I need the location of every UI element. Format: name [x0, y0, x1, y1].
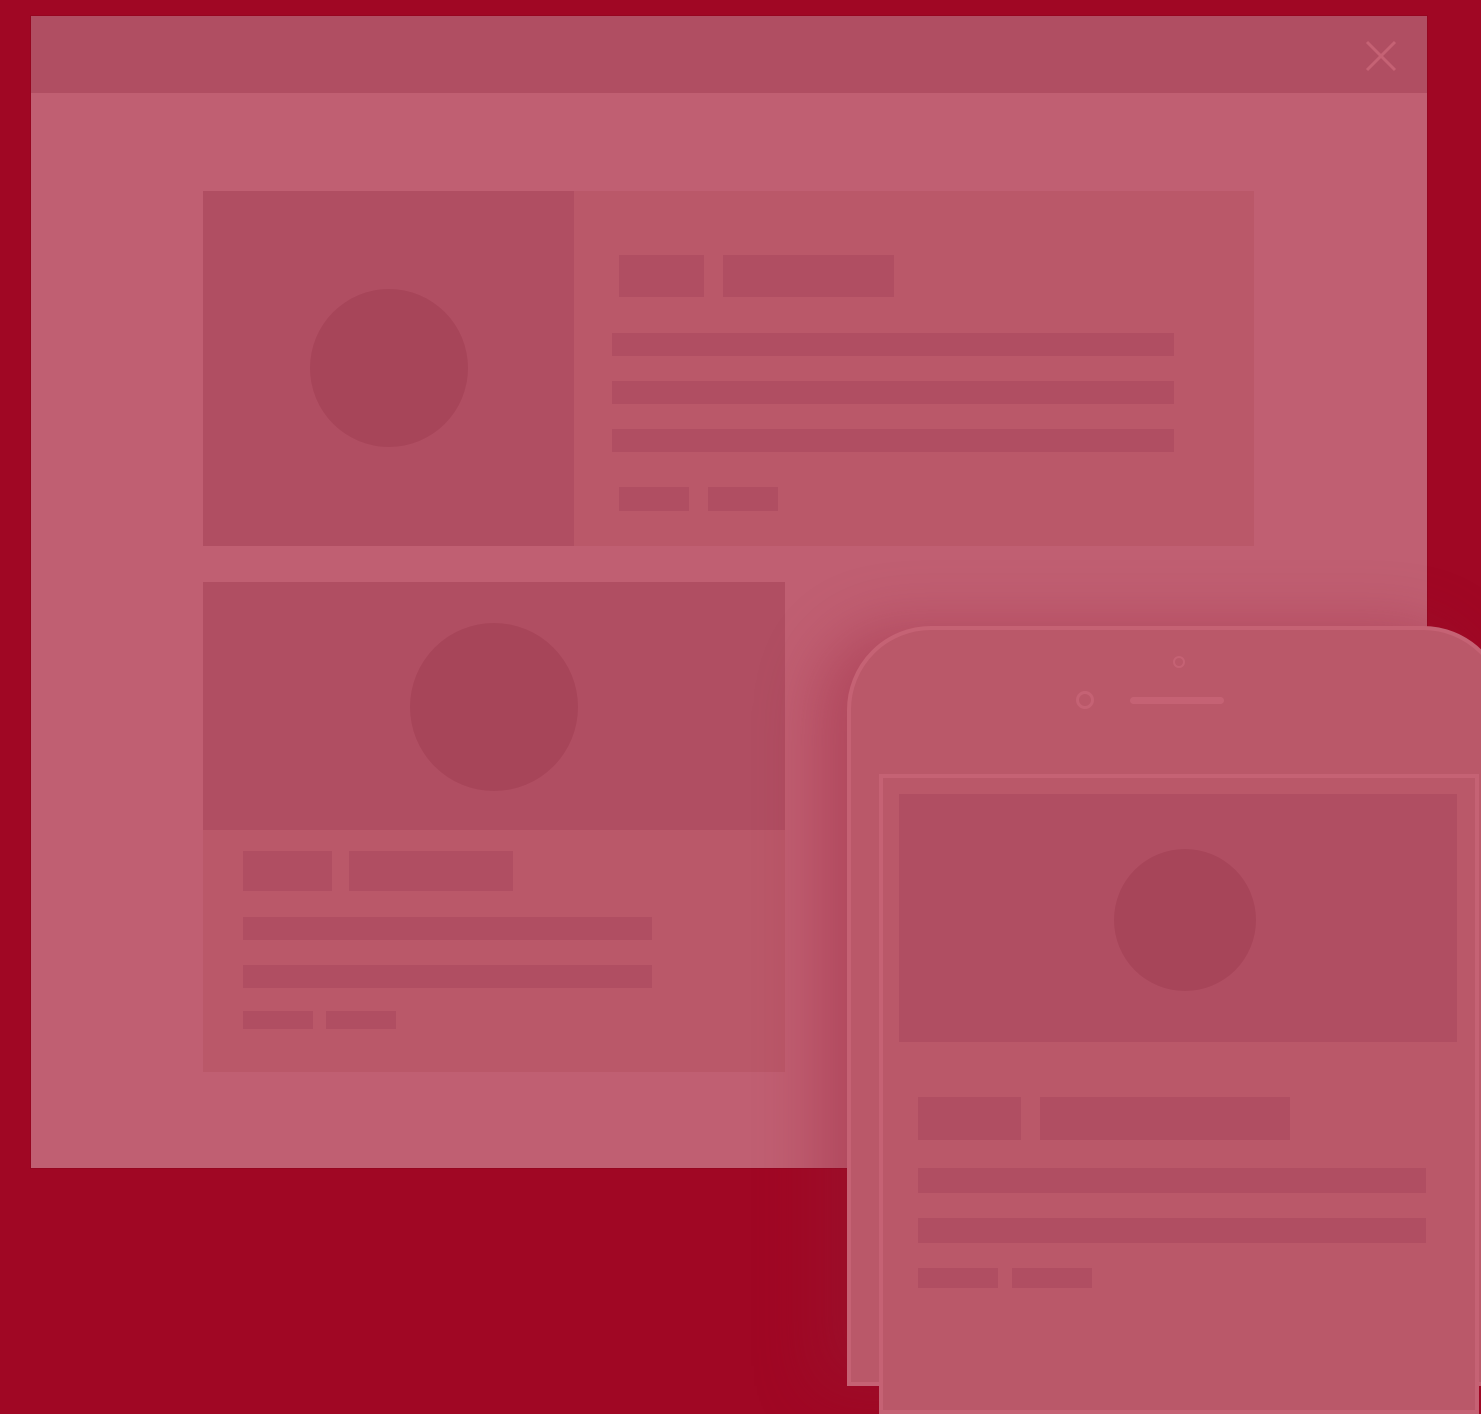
button-placeholder[interactable] — [243, 1011, 313, 1029]
tag-placeholder — [243, 851, 332, 891]
text-line-placeholder — [243, 917, 652, 940]
text-line-placeholder — [612, 333, 1174, 356]
text-line-placeholder — [918, 1168, 1426, 1193]
title-placeholder — [1040, 1097, 1290, 1140]
placeholder-image-icon — [410, 623, 578, 791]
phone-screen — [879, 774, 1479, 1414]
card-image-placeholder — [899, 794, 1457, 1042]
button-placeholder[interactable] — [326, 1011, 396, 1029]
tag-placeholder — [619, 255, 704, 297]
text-line-placeholder — [612, 381, 1174, 404]
close-icon[interactable] — [1363, 38, 1399, 74]
text-line-placeholder — [918, 1218, 1426, 1243]
content-card-vertical — [203, 582, 785, 1072]
content-card-horizontal — [203, 191, 1254, 546]
placeholder-image-icon — [310, 289, 468, 447]
title-placeholder — [723, 255, 894, 297]
placeholder-image-icon — [1114, 849, 1256, 991]
text-line-placeholder — [243, 965, 652, 988]
button-placeholder[interactable] — [918, 1268, 998, 1288]
title-placeholder — [349, 851, 513, 891]
button-placeholder[interactable] — [619, 487, 689, 511]
speaker-grille-icon — [1130, 697, 1224, 704]
mobile-phone-mockup — [847, 626, 1481, 1414]
tag-placeholder — [918, 1097, 1021, 1140]
proximity-sensor-icon — [1173, 656, 1185, 668]
button-placeholder[interactable] — [708, 487, 778, 511]
button-placeholder[interactable] — [1012, 1268, 1092, 1288]
front-camera-icon — [1076, 691, 1094, 709]
window-titlebar — [31, 16, 1427, 93]
card-image-placeholder — [203, 582, 785, 830]
text-line-placeholder — [612, 429, 1174, 452]
card-image-placeholder — [203, 191, 574, 546]
